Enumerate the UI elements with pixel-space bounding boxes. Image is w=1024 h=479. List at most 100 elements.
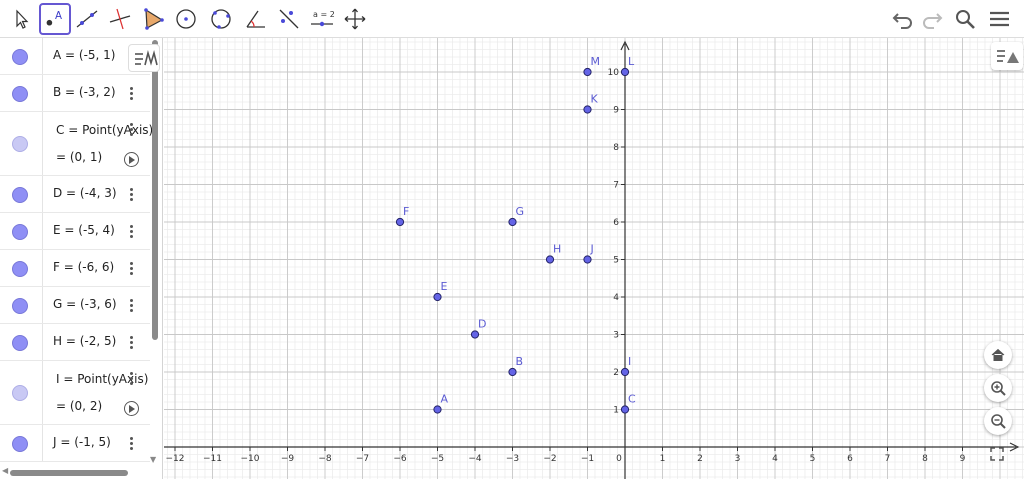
algebra-definition[interactable]: D = (-4, 3) (53, 186, 117, 200)
algebra-item[interactable]: J = (-1, 5) (0, 425, 150, 462)
point-l[interactable] (620, 67, 630, 77)
point-a[interactable] (433, 405, 442, 414)
graphics-canvas[interactable]: −12 −11 −10 −9 −8 −7 −6 −5 −4 −3 −2 −1 0 1 2 3 4 5 6 7 8 9123… (164, 38, 1024, 479)
point-label[interactable]: K (591, 93, 599, 106)
line-tool-button[interactable] (72, 4, 102, 34)
redo-button[interactable] (918, 6, 946, 32)
fullscreen-button[interactable] (987, 444, 1007, 464)
graphics-style-bar-button[interactable] (991, 42, 1023, 70)
move-tool-button[interactable] (6, 4, 36, 34)
algebra-vertical-scrollbar[interactable] (152, 40, 158, 340)
point-c[interactable] (620, 405, 630, 414)
play-animation-icon[interactable] (124, 401, 139, 416)
scroll-down-arrow-icon[interactable]: ▼ (150, 455, 156, 464)
algebra-definition[interactable]: F = (-6, 6) (53, 260, 114, 274)
more-options-icon[interactable] (127, 335, 135, 351)
visibility-toggle[interactable] (12, 435, 28, 452)
point-g[interactable] (508, 217, 517, 227)
point-m[interactable] (583, 67, 592, 77)
point-label[interactable]: I (628, 355, 631, 368)
more-options-icon[interactable] (127, 187, 135, 203)
point-d[interactable] (470, 330, 480, 339)
x-tick-label: −2 (543, 454, 556, 464)
algebra-style-bar-button[interactable] (128, 44, 160, 72)
visibility-toggle[interactable] (12, 260, 28, 277)
circle-center-point-tool-button[interactable] (171, 4, 201, 34)
scroll-left-arrow-icon[interactable]: ◀ (2, 466, 8, 475)
reflect-tool-button[interactable] (274, 4, 304, 34)
undo-button[interactable] (889, 6, 917, 32)
point-f[interactable] (395, 217, 405, 227)
y-tick-label: 7 (613, 181, 619, 191)
point-label[interactable]: G (516, 205, 525, 218)
visibility-toggle[interactable] (12, 186, 28, 203)
algebra-definition[interactable]: E = (-5, 4) (53, 223, 115, 237)
point-i[interactable] (620, 367, 630, 377)
algebra-item[interactable]: G = (-3, 6) (0, 287, 150, 324)
search-button[interactable] (951, 6, 979, 32)
home-button[interactable] (984, 341, 1012, 369)
point-label[interactable]: L (628, 55, 635, 68)
graphics-view[interactable]: −12 −11 −10 −9 −8 −7 −6 −5 −4 −3 −2 −1 0 1 2 3 4 5 6 7 8 9 1 2 3… (164, 38, 1024, 479)
point-tool-button[interactable]: A (39, 3, 71, 35)
point-label[interactable]: H (553, 243, 561, 256)
visibility-toggle[interactable] (12, 136, 28, 152)
point-label[interactable]: D (478, 318, 486, 331)
zoom-in-button[interactable] (984, 374, 1012, 402)
algebra-definition[interactable]: J = (-1, 5) (53, 435, 111, 449)
more-options-icon[interactable] (127, 261, 135, 277)
more-options-icon[interactable] (127, 436, 135, 452)
algebra-definition[interactable]: G = (-3, 6) (53, 297, 117, 311)
point-h[interactable] (545, 255, 555, 264)
algebra-item[interactable]: B = (-3, 2) (0, 75, 150, 112)
algebra-definition[interactable]: C = Point(yAxis) (56, 123, 153, 137)
visibility-toggle[interactable] (12, 334, 28, 351)
perpendicular-line-tool-button[interactable] (105, 4, 135, 34)
algebra-item[interactable]: F = (-6, 6) (0, 250, 150, 287)
point-k[interactable] (583, 105, 592, 114)
algebra-definition[interactable]: A = (-5, 1) (53, 48, 115, 62)
angle-tool-button[interactable] (241, 4, 271, 34)
y-tick-label: 9 (613, 106, 619, 116)
point-e[interactable] (433, 292, 442, 302)
point-label[interactable]: A (441, 393, 449, 406)
algebra-definition[interactable]: B = (-3, 2) (53, 85, 116, 99)
algebra-item[interactable]: D = (-4, 3) (0, 176, 150, 213)
zoom-in-icon (991, 381, 1006, 396)
visibility-toggle[interactable] (12, 385, 28, 401)
algebra-item[interactable]: H = (-2, 5) (0, 324, 150, 361)
visibility-toggle[interactable] (12, 48, 28, 65)
more-options-icon[interactable] (127, 224, 135, 240)
point-label[interactable]: B (516, 355, 524, 368)
point-label[interactable]: E (441, 280, 448, 293)
more-options-icon[interactable] (127, 122, 135, 138)
algebra-item[interactable]: C = Point(yAxis) = (0, 1) (0, 112, 153, 176)
play-animation-icon[interactable] (124, 152, 139, 167)
more-options-icon[interactable] (127, 371, 135, 387)
circle-three-points-tool-button[interactable] (206, 4, 236, 34)
point-b[interactable] (508, 367, 517, 377)
angle-tool-icon (246, 10, 265, 28)
item-divider (42, 75, 43, 111)
menu-button[interactable] (985, 6, 1013, 32)
algebra-item[interactable]: I = Point(yAxis) = (0, 2) (0, 361, 150, 425)
polygon-tool-button[interactable] (138, 4, 168, 34)
visibility-toggle[interactable] (12, 223, 28, 240)
algebra-item[interactable]: E = (-5, 4) (0, 213, 150, 250)
point-label[interactable]: F (403, 205, 409, 218)
point-label[interactable]: C (628, 393, 636, 406)
algebra-value: = (0, 2) (56, 399, 103, 413)
point-label[interactable]: J (590, 243, 594, 256)
visibility-toggle[interactable] (12, 85, 28, 102)
algebra-definition[interactable]: H = (-2, 5) (53, 334, 116, 348)
slider-tool-button[interactable]: a = 2 (307, 4, 337, 34)
more-options-icon[interactable] (127, 298, 135, 314)
algebra-horizontal-scrollbar[interactable] (10, 470, 128, 476)
point-label[interactable]: M (591, 55, 601, 68)
y-tick-label: 2 (613, 368, 619, 378)
more-options-icon[interactable] (127, 86, 135, 102)
visibility-toggle[interactable] (12, 297, 28, 314)
move-graphics-view-tool-button[interactable] (340, 4, 370, 34)
point-j[interactable] (583, 255, 592, 264)
zoom-out-button[interactable] (984, 407, 1012, 435)
